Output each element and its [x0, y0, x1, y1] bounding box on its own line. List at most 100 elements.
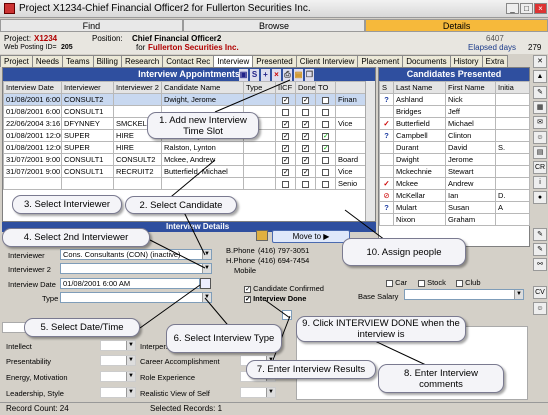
link-icon[interactable]: ⚯: [533, 258, 547, 271]
to-checkbox[interactable]: [315, 117, 336, 130]
nav-up-icon[interactable]: ▲: [533, 70, 547, 83]
appointment-row[interactable]: 31/07/2001 9:00 CONSULT1 CONSULT2 Mckee, An…: [3, 153, 366, 166]
appt-col-header[interactable]: Candidate Name: [161, 81, 244, 94]
done-checkbox[interactable]: ✓: [295, 129, 316, 142]
candidate-row[interactable]: Durant David S.: [379, 141, 530, 154]
iicf-checkbox[interactable]: [275, 105, 296, 118]
iicf-checkbox[interactable]: ✓: [275, 141, 296, 154]
to-checkbox[interactable]: [315, 93, 336, 106]
appt-col-header[interactable]: Interviewer 2: [113, 81, 162, 94]
maximize-button[interactable]: □: [520, 3, 533, 14]
eval-realistic-select[interactable]: ▼: [240, 387, 276, 398]
appt-col-header[interactable]: Interview Date: [3, 81, 62, 94]
interviewer-select[interactable]: Cons. Consultants (CON) (inactive) ▼: [60, 249, 212, 260]
pencil-icon[interactable]: ✎: [533, 228, 547, 241]
tab-browse[interactable]: Browse: [182, 19, 366, 32]
add-icon[interactable]: +: [261, 69, 270, 81]
eval-presentability-select[interactable]: ▼: [100, 355, 136, 366]
appt-col-header[interactable]: Interviewer: [61, 81, 114, 94]
appt-col-header[interactable]: Type: [243, 81, 276, 94]
tab-research[interactable]: Research: [120, 55, 164, 67]
interviewer2-select[interactable]: ▼: [60, 263, 212, 274]
cr-icon[interactable]: CR: [533, 161, 547, 174]
tab-billing[interactable]: Billing: [92, 55, 122, 67]
candidate-col-header[interactable]: First Name: [445, 81, 496, 94]
iicf-checkbox[interactable]: ✓: [275, 93, 296, 106]
candidate-row[interactable]: Dwight Jerome: [379, 153, 530, 166]
delete-icon[interactable]: ×: [272, 69, 281, 81]
tab-needs[interactable]: Needs: [31, 55, 64, 67]
base-salary-select[interactable]: ▼: [404, 289, 524, 300]
tab-details[interactable]: Details: [365, 19, 548, 32]
appointment-row[interactable]: 01/08/2001 6:00 CONSULT2 Dwight, Jerome ✓ ✓ F…: [3, 93, 366, 106]
s-icon[interactable]: S: [250, 69, 259, 81]
tab-teams[interactable]: Teams: [62, 55, 94, 67]
eval-intellect-select[interactable]: ▼: [100, 340, 136, 351]
candidate-row[interactable]: Nixon Graham: [379, 213, 530, 226]
candidate-col-header[interactable]: S: [379, 81, 394, 94]
to-checkbox[interactable]: ✓: [315, 129, 336, 142]
tab-history[interactable]: History: [449, 55, 483, 67]
tab-project[interactable]: Project: [0, 55, 33, 67]
eval-energy-select[interactable]: ▼: [100, 371, 136, 382]
candidate-row[interactable]: ? Ashland Nick: [379, 93, 530, 106]
candidate-confirmed-checkbox[interactable]: ✓ Candidate Confirmed: [244, 284, 324, 293]
close-button[interactable]: ×: [534, 3, 547, 14]
contacts-icon[interactable]: ☺: [533, 131, 547, 144]
club-checkbox[interactable]: Club: [456, 278, 481, 287]
tab-documents[interactable]: Documents: [402, 55, 451, 67]
copy-icon[interactable]: ❐: [305, 69, 314, 81]
edit-icon[interactable]: ✎: [533, 243, 547, 256]
appointment-row[interactable]: 01/08/2001 12:00SUPERHIRERalston, Lynton…: [3, 141, 366, 154]
candidate-row[interactable]: ? Mulart Susan A: [379, 201, 530, 214]
open-record-icon[interactable]: [256, 230, 268, 241]
to-checkbox[interactable]: [315, 165, 336, 178]
tab-extra[interactable]: Extra: [481, 55, 509, 67]
done-checkbox[interactable]: ✓: [295, 165, 316, 178]
candidate-col-header[interactable]: Initia: [495, 81, 530, 94]
to-checkbox[interactable]: [315, 153, 336, 166]
iicf-checkbox[interactable]: ✓: [275, 165, 296, 178]
candidate-row[interactable]: ✓ Butterfield Michael: [379, 117, 530, 130]
appt-col-header[interactable]: IICF: [275, 81, 296, 94]
candidate-row[interactable]: ✓ Mckee Andrew: [379, 177, 530, 190]
eval-leadership-select[interactable]: ▼: [100, 387, 136, 398]
status-green-icon[interactable]: ●: [533, 191, 547, 204]
iicf-checkbox[interactable]: ✓: [275, 153, 296, 166]
stock-checkbox[interactable]: Stock: [418, 278, 446, 287]
appointment-row[interactable]: 31/07/2001 9:00 CONSULT1 RECRUIT2 Butterfie…: [3, 165, 366, 178]
to-checkbox[interactable]: [315, 105, 336, 118]
interview-done-checkbox[interactable]: ✓ Interview Done: [244, 294, 306, 303]
info-icon[interactable]: i: [533, 176, 547, 189]
appt-col-header[interactable]: Done: [295, 81, 316, 94]
interview-date-input[interactable]: 01/08/2001 6:00 AM: [60, 278, 200, 289]
notes-icon[interactable]: ✎: [533, 86, 547, 99]
candidate-row[interactable]: Mckechnie Stewart: [379, 165, 530, 178]
candidate-col-header[interactable]: Last Name: [393, 81, 446, 94]
done-checkbox[interactable]: ✓: [295, 141, 316, 154]
close-form-icon[interactable]: ✕: [533, 55, 547, 68]
done-checkbox[interactable]: [295, 177, 316, 190]
report-icon[interactable]: ▤: [533, 146, 547, 159]
appointments-scrollbar[interactable]: [365, 81, 375, 221]
appt-col-header[interactable]: [335, 81, 366, 94]
done-checkbox[interactable]: ✓: [295, 153, 316, 166]
tab-placement[interactable]: Placement: [357, 55, 404, 67]
car-checkbox[interactable]: Car: [386, 278, 407, 287]
mail-icon[interactable]: ✉: [533, 116, 547, 129]
appt-col-header[interactable]: TO: [315, 81, 336, 94]
print-icon[interactable]: ⎙: [283, 69, 292, 81]
calendar-icon[interactable]: ▦: [533, 101, 547, 114]
cv-icon[interactable]: CV: [533, 286, 547, 299]
tab-find[interactable]: Find: [0, 19, 183, 32]
tab-presented[interactable]: Presented: [252, 55, 297, 67]
to-checkbox[interactable]: ✓: [315, 141, 336, 154]
appointment-row[interactable]: Senio: [3, 177, 366, 190]
move-to-button[interactable]: Move to ▶: [272, 230, 350, 243]
done-checkbox[interactable]: [295, 105, 316, 118]
iicf-checkbox[interactable]: [275, 177, 296, 190]
candidate-row[interactable]: ? Campbell Clinton: [379, 129, 530, 142]
minimize-button[interactable]: _: [506, 3, 519, 14]
people-icon[interactable]: ☺: [533, 302, 547, 315]
candidate-row[interactable]: Bridges Jeff: [379, 105, 530, 118]
